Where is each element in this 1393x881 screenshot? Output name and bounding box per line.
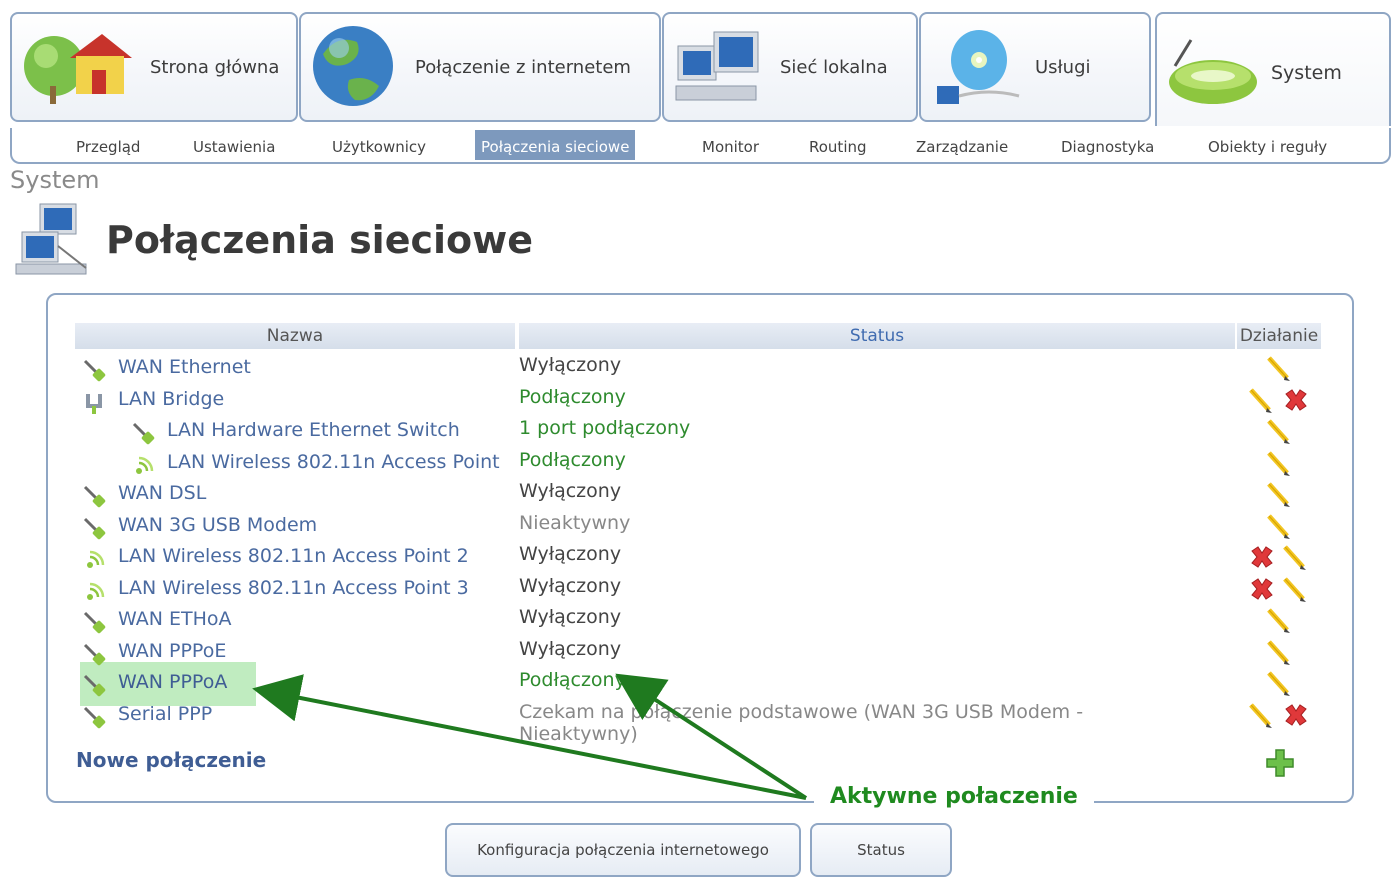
status-button[interactable]: Status bbox=[810, 823, 952, 877]
tab-services-label: Usługi bbox=[1035, 56, 1091, 78]
edit-icon[interactable] bbox=[1265, 669, 1293, 699]
wireless-icon bbox=[87, 550, 105, 568]
edit-icon[interactable] bbox=[1265, 512, 1293, 542]
connection-name-link[interactable]: WAN PPPoA bbox=[118, 671, 227, 693]
tab-system[interactable]: System bbox=[1155, 12, 1391, 126]
edit-icon[interactable] bbox=[1247, 386, 1275, 416]
network-connections-page-icon bbox=[15, 203, 87, 275]
connection-status: Podłączony bbox=[519, 669, 626, 691]
subnav-item-routing[interactable]: Routing bbox=[809, 130, 867, 158]
connection-name-link[interactable]: WAN PPPoE bbox=[118, 640, 226, 662]
column-header-status: Status bbox=[519, 323, 1235, 349]
delete-icon[interactable] bbox=[1247, 575, 1275, 605]
tab-local-network[interactable]: Sieć lokalna bbox=[662, 12, 918, 122]
connection-name-link[interactable]: Serial PPP bbox=[118, 703, 212, 725]
bridge-icon bbox=[86, 394, 102, 414]
subnav-item-overview[interactable]: Przegląd bbox=[76, 130, 140, 158]
connection-name-link[interactable]: LAN Wireless 802.11n Access Point 3 bbox=[118, 577, 469, 599]
edit-icon[interactable] bbox=[1265, 449, 1293, 479]
tab-internet[interactable]: Połączenie z internetem bbox=[299, 12, 661, 122]
system-router-icon bbox=[1169, 39, 1257, 104]
delete-icon[interactable] bbox=[1247, 543, 1275, 573]
tab-local-network-label: Sieć lokalna bbox=[780, 56, 888, 78]
network-computers-icon bbox=[675, 31, 759, 101]
ethernet-cable-icon bbox=[83, 517, 106, 540]
new-connection-link[interactable]: Nowe połączenie bbox=[76, 748, 266, 772]
connection-name-link[interactable]: WAN Ethernet bbox=[118, 356, 251, 378]
connection-name-link[interactable]: LAN Wireless 802.11n Access Point bbox=[167, 451, 500, 473]
edit-icon[interactable] bbox=[1281, 575, 1309, 605]
tab-home-label: Strona główna bbox=[150, 56, 280, 78]
ethernet-cable-icon bbox=[83, 674, 106, 697]
add-icon[interactable] bbox=[1265, 748, 1295, 778]
connection-status: Wyłączony bbox=[519, 575, 622, 597]
connection-status: Podłączony bbox=[519, 386, 626, 408]
edit-icon[interactable] bbox=[1265, 480, 1293, 510]
ethernet-cable-icon bbox=[83, 611, 106, 634]
page-title: Połączenia sieciowe bbox=[106, 218, 534, 262]
edit-icon[interactable] bbox=[1247, 701, 1275, 731]
subnav-item-users[interactable]: Użytkownicy bbox=[332, 130, 426, 158]
subnav-item-diagnostics[interactable]: Diagnostyka bbox=[1061, 130, 1154, 158]
subnav-item-objects-rules[interactable]: Obiekty i reguły bbox=[1208, 130, 1327, 158]
breadcrumb[interactable]: System bbox=[10, 166, 100, 194]
tab-internet-label: Połączenie z internetem bbox=[415, 56, 631, 78]
tab-services[interactable]: Usługi bbox=[919, 12, 1151, 122]
connection-name-link[interactable]: LAN Bridge bbox=[118, 388, 224, 410]
connection-status: Wyłączony bbox=[519, 354, 622, 376]
edit-icon[interactable] bbox=[1265, 354, 1293, 384]
connection-status: Nieaktywny bbox=[519, 512, 631, 534]
connection-status: Wyłączony bbox=[519, 606, 622, 628]
wireless-icon bbox=[87, 582, 105, 600]
connection-status: 1 port podłączony bbox=[519, 417, 691, 439]
services-disc-icon bbox=[937, 30, 1020, 104]
connection-status: Czekam na połączenie podstawowe (WAN 3G … bbox=[519, 701, 1084, 745]
connection-status: Wyłączony bbox=[519, 480, 622, 502]
wireless-icon bbox=[136, 456, 154, 474]
ethernet-cable-icon bbox=[83, 643, 106, 666]
ethernet-cable-icon bbox=[83, 485, 106, 508]
connection-status: Wyłączony bbox=[519, 638, 622, 660]
connection-status: Podłączony bbox=[519, 449, 626, 471]
edit-icon[interactable] bbox=[1265, 638, 1293, 668]
column-header-name: Nazwa bbox=[75, 323, 515, 349]
subnav-item-network-connections[interactable]: Połączenia sieciowe bbox=[475, 130, 636, 160]
ethernet-cable-icon bbox=[83, 359, 106, 382]
globe-icon bbox=[313, 26, 393, 106]
subnav-item-settings[interactable]: Ustawienia bbox=[193, 130, 275, 158]
subnav-item-management[interactable]: Zarządzanie bbox=[916, 130, 1008, 158]
internet-connection-config-button[interactable]: Konfiguracja połączenia internetowego bbox=[445, 823, 801, 877]
connection-name-link[interactable]: LAN Wireless 802.11n Access Point 2 bbox=[118, 545, 469, 567]
delete-icon[interactable] bbox=[1281, 701, 1309, 731]
column-header-action: Działanie bbox=[1237, 323, 1321, 349]
connection-name-link[interactable]: WAN 3G USB Modem bbox=[118, 514, 317, 536]
delete-icon[interactable] bbox=[1281, 386, 1309, 416]
connection-status: Wyłączony bbox=[519, 543, 622, 565]
active-connection-annotation: Aktywne połaczenie bbox=[814, 780, 1094, 813]
connection-name-link[interactable]: WAN DSL bbox=[118, 482, 206, 504]
ethernet-cable-icon bbox=[132, 422, 155, 445]
subnav-item-monitor[interactable]: Monitor bbox=[702, 130, 759, 158]
edit-icon[interactable] bbox=[1265, 606, 1293, 636]
tab-system-label: System bbox=[1271, 62, 1342, 84]
connection-name-link[interactable]: WAN ETHoA bbox=[118, 608, 232, 630]
home-icon bbox=[24, 34, 132, 104]
edit-icon[interactable] bbox=[1265, 417, 1293, 447]
tab-home[interactable]: Strona główna bbox=[10, 12, 298, 122]
connection-name-link[interactable]: LAN Hardware Ethernet Switch bbox=[167, 419, 460, 441]
edit-icon[interactable] bbox=[1281, 543, 1309, 573]
ethernet-cable-icon bbox=[83, 706, 106, 729]
